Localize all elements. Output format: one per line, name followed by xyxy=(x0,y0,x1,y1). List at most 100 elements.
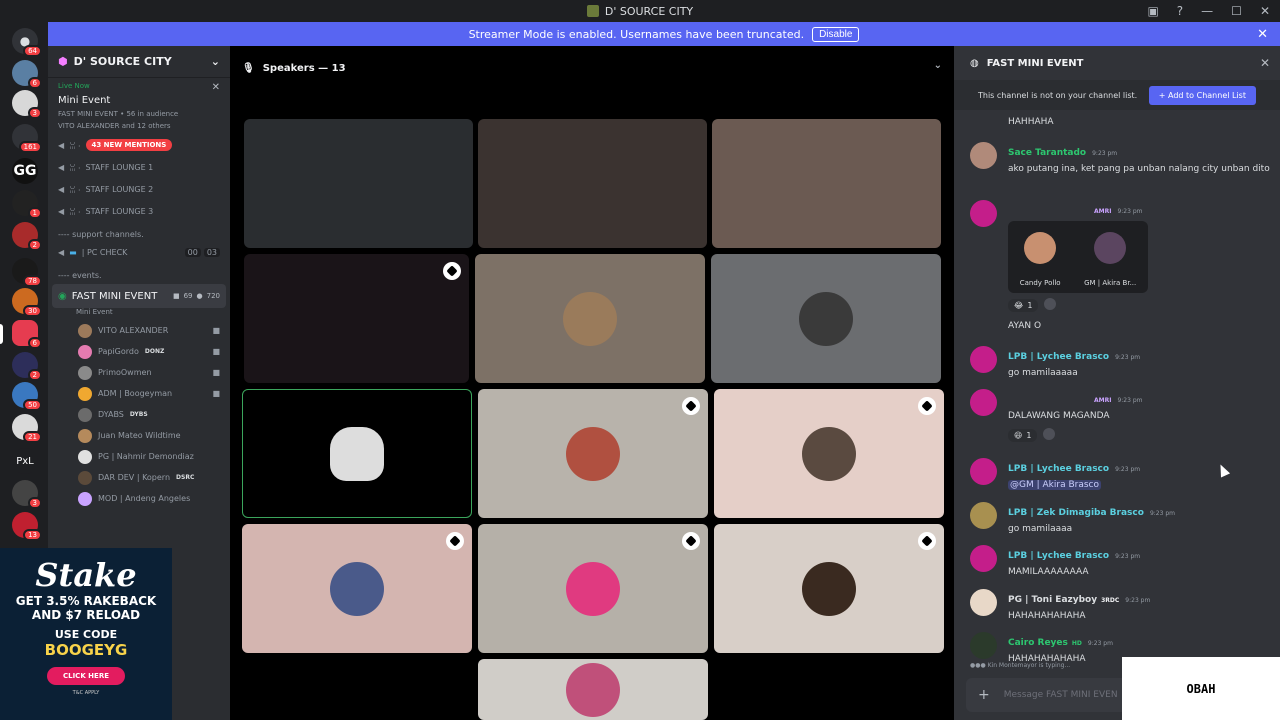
avatar[interactable] xyxy=(970,502,997,529)
username[interactable]: LPB | Lychee Brasco xyxy=(1008,352,1109,362)
channel-item[interactable]: ◀ ꈍ · STAFF LOUNGE 2 xyxy=(48,178,230,200)
speaker-tile[interactable] xyxy=(712,119,941,248)
chevron-down-icon[interactable]: ⌄ xyxy=(934,60,942,71)
reaction[interactable]: 😂 1 xyxy=(1008,299,1039,312)
channel-item[interactable]: ◀ ꈍ · STAFF LOUNGE 1 xyxy=(48,156,230,178)
server-icon[interactable]: 2 xyxy=(12,352,42,381)
speaker-tile[interactable] xyxy=(244,119,473,248)
member-name: PG | Nahmir Demondiaz xyxy=(98,452,194,461)
server-icon[interactable]: 78 xyxy=(12,258,42,287)
server-icon[interactable]: 30 xyxy=(12,288,42,317)
message: HAHHAHA xyxy=(970,112,1272,129)
guild-header[interactable]: ⬢ D' SOURCE CITY ⌄ xyxy=(48,46,230,78)
server-icon[interactable]: 161 xyxy=(12,124,42,153)
speakers-header[interactable]: 🎙 Speakers — 13 ⌄ xyxy=(230,46,954,76)
inbox-icon[interactable]: ▣ xyxy=(1147,4,1158,18)
avatar[interactable] xyxy=(970,142,997,169)
speaker-tile[interactable] xyxy=(714,524,944,653)
disable-streamer-mode-button[interactable]: Disable xyxy=(812,26,860,42)
username[interactable]: Sace Tarantado xyxy=(1008,148,1086,158)
speaker-tile[interactable] xyxy=(478,524,708,653)
username[interactable]: LPB | Zek Dimagiba Brasco xyxy=(1008,508,1144,518)
category-events[interactable]: ---- events. xyxy=(48,263,230,282)
message-list[interactable]: HAHHAHA Sace Tarantado 9:23 pm ako putang… xyxy=(954,110,1280,702)
stage-member[interactable]: DAR DEV | Kopern DSRC xyxy=(48,467,230,488)
add-reaction-icon[interactable] xyxy=(1043,427,1056,440)
stage-member[interactable]: VITO ALEXANDER ■ xyxy=(48,320,230,341)
member-name: DAR DEV | Kopern xyxy=(98,473,171,482)
close-icon[interactable]: ✕ xyxy=(1260,56,1270,70)
stage-member[interactable]: PapiGordo DONZ ■ xyxy=(48,341,230,362)
stage-member[interactable]: MOD | Andeng Angeles xyxy=(48,488,230,509)
live-event-card[interactable]: Live Now ✕ Mini Event FAST MINI EVENT • … xyxy=(48,78,230,134)
avatar xyxy=(78,386,92,401)
new-mentions-pill[interactable]: 43 NEW MENTIONS xyxy=(85,139,173,151)
category-support[interactable]: ---- support channels. xyxy=(48,222,230,241)
username[interactable]: LPB | Lychee Brasco xyxy=(1008,464,1109,474)
server-icon[interactable]: 1 xyxy=(12,190,42,219)
server-icon[interactable]: 3 xyxy=(12,480,42,509)
stage-member[interactable]: PG | Nahmir Demondiaz xyxy=(48,446,230,467)
stage-member[interactable]: PrimoOwmen ■ xyxy=(48,362,230,383)
avatar[interactable] xyxy=(970,389,997,416)
avatar[interactable] xyxy=(970,458,997,485)
close-window-icon[interactable]: ✕ xyxy=(1260,4,1270,18)
speaker-tile[interactable] xyxy=(242,389,472,518)
username[interactable]: LPB | Lychee Brasco xyxy=(1008,551,1109,561)
speaker-tile[interactable] xyxy=(478,659,708,720)
maximize-icon[interactable]: ☐ xyxy=(1231,4,1242,18)
server-icon-active[interactable]: 6 xyxy=(12,320,42,349)
stage-member[interactable]: DYABS DYBS xyxy=(48,404,230,425)
channel-pc-check[interactable]: ◀ ▬ | PC CHECK 00 03 xyxy=(48,241,230,263)
stage-member[interactable]: Juan Mateo Wildtime xyxy=(48,425,230,446)
sponsor-ad[interactable]: Stake GET 3.5% RAKEBACK AND $7 RELOAD US… xyxy=(0,548,172,720)
close-icon[interactable]: ✕ xyxy=(1257,27,1268,42)
speaker-tile[interactable] xyxy=(711,254,941,383)
channel-item[interactable]: ◀ ꈍ · STAFF LOUNGE 3 xyxy=(48,200,230,222)
channel-item[interactable]: ◀ ꈍ · 43 NEW MENTIONS xyxy=(48,134,230,156)
reaction[interactable]: 😆 1 xyxy=(1008,429,1038,442)
speaker-tile[interactable] xyxy=(478,389,708,518)
speaker-tile[interactable] xyxy=(475,254,705,383)
app-logo-icon xyxy=(586,5,599,17)
avatar xyxy=(1024,232,1057,264)
stage-member[interactable]: ADM | Boogeyman ■ xyxy=(48,383,230,404)
server-icon[interactable]: PxL xyxy=(12,448,38,474)
username[interactable]: Cairo Reyes xyxy=(1008,638,1068,648)
avatar xyxy=(563,291,617,346)
server-icon[interactable]: 3 xyxy=(12,90,42,119)
server-icon[interactable]: 2 xyxy=(12,222,42,251)
avatar[interactable] xyxy=(970,545,997,572)
username[interactable]: PG | Toni Eazyboy xyxy=(1008,595,1097,605)
minimize-icon[interactable]: — xyxy=(1201,4,1213,18)
server-icon[interactable]: 21 xyxy=(12,414,42,443)
speaker-tile[interactable] xyxy=(242,524,472,653)
server-icon[interactable]: GG xyxy=(12,158,38,184)
message-text: go mamilaaaa xyxy=(1008,524,1073,534)
stage-channel-fast-mini-event[interactable]: ◉ FAST MINI EVENT ■ 69 ● 720 xyxy=(52,284,226,308)
home-button[interactable]: ● 64 xyxy=(12,28,42,57)
avatar[interactable] xyxy=(970,200,997,227)
server-icon[interactable]: 13 xyxy=(12,512,42,541)
close-icon[interactable]: ✕ xyxy=(212,82,220,93)
voice-attachment[interactable]: Candy Pollo GM | Akira Br... xyxy=(1008,221,1148,293)
member-name: Juan Mateo Wildtime xyxy=(98,431,181,440)
speaker-tile[interactable] xyxy=(478,119,707,248)
add-to-channel-list-button[interactable]: + Add to Channel List xyxy=(1148,85,1256,105)
notification-badge: 21 xyxy=(23,431,42,443)
user-mention[interactable]: @GM | Akira Brasco xyxy=(1008,480,1101,490)
add-reaction-icon[interactable] xyxy=(1044,297,1057,310)
server-icon[interactable]: 50 xyxy=(12,382,42,411)
speaker-tile[interactable] xyxy=(714,389,944,518)
notification-badge: 30 xyxy=(23,305,42,317)
speaker-tile[interactable] xyxy=(244,254,469,383)
server-icon[interactable]: 6 xyxy=(12,60,42,89)
message: LPB | Zek Dimagiba Brasco 9:23 pm go mami… xyxy=(970,500,1272,536)
ad-cta-button[interactable]: CLICK HERE xyxy=(46,667,125,685)
add-attachment-icon[interactable]: + xyxy=(978,687,990,703)
avatar[interactable] xyxy=(970,589,997,616)
event-attendees: VITO ALEXANDER and 12 others xyxy=(58,122,171,130)
help-icon[interactable]: ? xyxy=(1177,4,1183,18)
avatar[interactable] xyxy=(970,632,997,659)
avatar[interactable] xyxy=(970,346,997,373)
